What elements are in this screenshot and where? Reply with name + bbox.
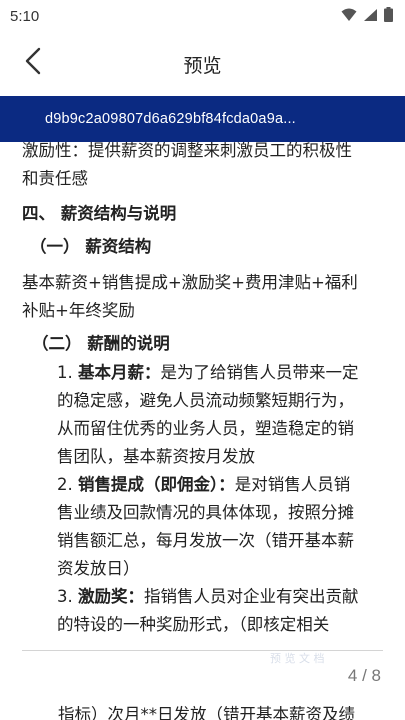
list-number: 3. (57, 587, 78, 606)
paragraph-line: 和责任感 (22, 169, 88, 188)
subsection-heading: （一） 薪资结构 (30, 237, 152, 256)
section-heading: 四、 薪资结构与说明 (22, 204, 177, 223)
list-item-term: 基本月薪： (78, 363, 161, 382)
paragraph-line: 的稳定感，避免人员流动频繁短期行为， (57, 391, 354, 410)
signal-icon (363, 7, 378, 26)
paragraph-line: 从而留住优秀的业务人员，塑造稳定的销 (57, 419, 354, 438)
list-item-term: 激励奖： (78, 587, 144, 606)
paragraph-line: 指标）次月**日发放（错开基本薪资及绩 (58, 705, 355, 720)
list-item-2: 2. 销售提成（即佣金）：是对销售人员销 (57, 473, 385, 497)
list-item-text: 是为了给销售人员带来一定 (160, 363, 359, 382)
page-title: 预览 (183, 54, 222, 77)
document-hash-banner: d9b9c2a09807d6a629bf84fcda0a9a... (0, 96, 405, 142)
paragraph-line: 的特设的一种奖励形式，（即核定相关 (57, 615, 330, 634)
page-indicator: 4 / 8 (347, 666, 381, 685)
status-bar: 5:10 (0, 0, 405, 32)
paragraph-line: 售业绩及回款情况的具体体现，按照分摊 (57, 503, 354, 522)
list-item-term: 销售提成（即佣金）： (78, 475, 235, 494)
subsection-heading: （二） 薪酬的说明 (32, 334, 170, 353)
document-preview[interactable]: 激励性：提供薪资的调整来刺激员工的积极性 和责任感 四、 薪资结构与说明 （一）… (0, 142, 405, 644)
watermark: 预 览 文 档 (270, 652, 325, 665)
back-button[interactable] (18, 46, 48, 80)
app-bar: 预览 (0, 32, 405, 96)
list-item-1: 1. 基本月薪：是为了给销售人员带来一定 (57, 361, 385, 385)
paragraph-line: 激励性：提供薪资的调整来刺激员工的积极性 (22, 142, 352, 160)
paragraph-line: 资发放日） (57, 559, 140, 578)
document-hash: d9b9c2a09807d6a629bf84fcda0a9a... (45, 111, 296, 127)
list-number: 2. (57, 475, 78, 494)
list-number: 1. (57, 363, 78, 382)
paragraph-line: 补贴+年终奖励 (22, 301, 135, 320)
paragraph-line: 销售额汇总，每月发放一次（错开基本薪 (57, 531, 354, 550)
paragraph-line: 售团队，基本薪资按月发放 (57, 447, 255, 466)
list-item-text: 是对销售人员销 (234, 475, 351, 494)
next-page-preview[interactable]: 指标）次月**日发放（错开基本薪资及绩 (0, 700, 405, 720)
battery-icon (384, 6, 393, 26)
status-icons (341, 6, 393, 26)
wifi-icon (341, 7, 357, 26)
list-item-text: 指销售人员对企业有突出贡献 (144, 587, 359, 606)
list-item-3: 3. 激励奖：指销售人员对企业有突出贡献 (57, 585, 385, 609)
status-time: 5:10 (10, 7, 40, 25)
page-divider (22, 650, 383, 651)
chevron-left-icon (24, 47, 42, 79)
page-footer: 预 览 文 档 4 / 8 (0, 650, 405, 700)
paragraph-line: 基本薪资+销售提成+激励奖+费用津贴+福利 (22, 273, 358, 292)
